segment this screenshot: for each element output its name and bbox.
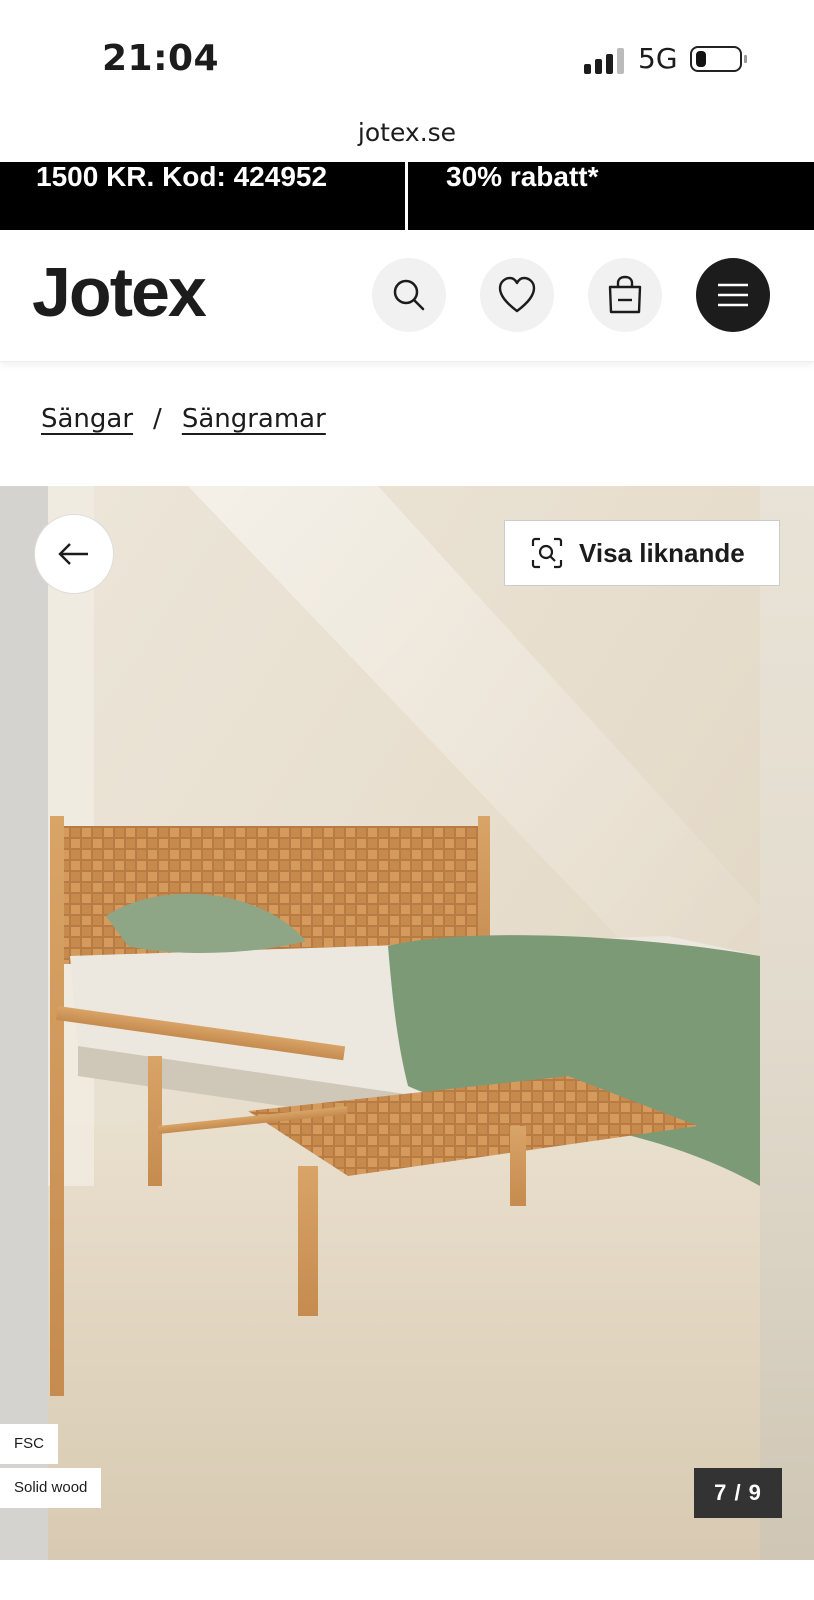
network-type: 5G <box>638 42 678 75</box>
promo-discount-text[interactable]: 30% rabatt* <box>446 162 599 230</box>
promo-code-text[interactable]: 1500 KR. Kod: 424952 <box>36 162 327 230</box>
search-icon <box>393 279 425 311</box>
jotex-logo[interactable]: Jotex <box>32 252 207 332</box>
show-similar-button[interactable]: Visa liknande <box>504 520 780 586</box>
breadcrumb-separator: / <box>153 404 162 434</box>
signal-icon <box>584 48 626 74</box>
battery-icon <box>690 46 747 72</box>
search-button[interactable] <box>372 258 446 332</box>
url-bar[interactable]: jotex.se <box>0 118 814 158</box>
product-image-bed[interactable] <box>48 486 760 1560</box>
wishlist-button[interactable] <box>480 258 554 332</box>
next-image-preview[interactable] <box>760 486 814 1560</box>
image-counter: 7 / 9 <box>694 1468 782 1518</box>
site-header: Jotex <box>0 230 814 362</box>
heart-icon <box>498 276 536 313</box>
promo-banner[interactable]: 1500 KR. Kod: 424952 30% rabatt* <box>0 162 814 230</box>
menu-icon <box>718 283 748 307</box>
arrow-left-icon <box>58 543 88 565</box>
badge-fsc: FSC <box>0 1424 58 1464</box>
product-gallery[interactable]: Visa liknande FSC Solid wood 7 / 9 <box>0 486 814 1560</box>
status-time: 21:04 <box>102 38 220 79</box>
cart-button[interactable] <box>588 258 662 332</box>
menu-button[interactable] <box>696 258 770 332</box>
badge-solid-wood: Solid wood <box>0 1468 102 1508</box>
show-similar-label: Visa liknande <box>579 537 745 568</box>
back-button[interactable] <box>34 514 114 594</box>
breadcrumb: Sängar / Sängramar <box>41 404 326 434</box>
status-bar: 21:04 5G <box>0 0 814 112</box>
breadcrumb-link-bed-frames[interactable]: Sängramar <box>182 404 326 434</box>
promo-divider <box>405 162 408 230</box>
bag-icon <box>608 275 642 314</box>
breadcrumb-link-beds[interactable]: Sängar <box>41 404 133 434</box>
visual-search-icon <box>531 537 563 569</box>
